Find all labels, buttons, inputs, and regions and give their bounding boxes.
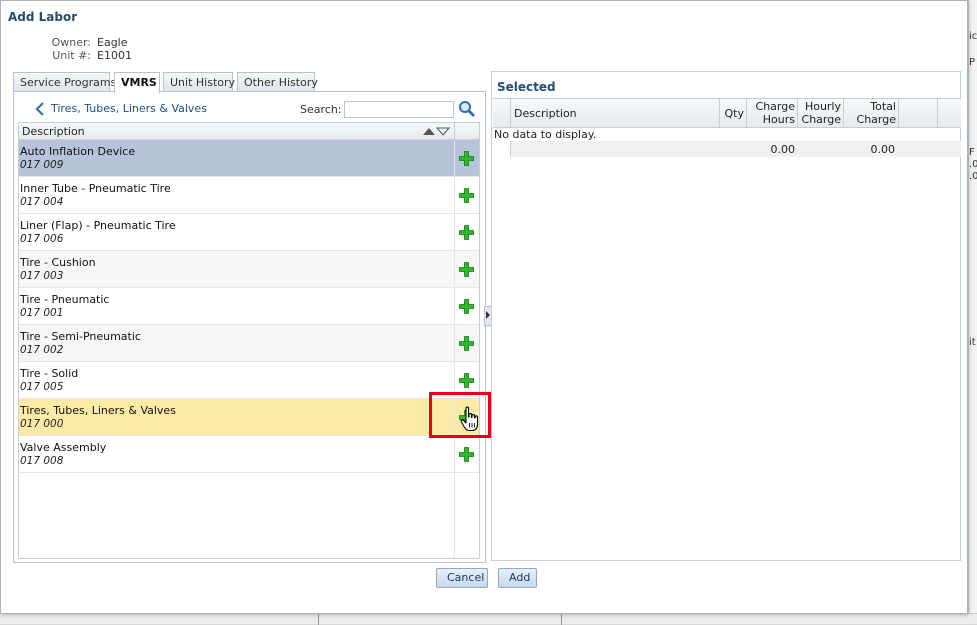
item-code: 017 008 bbox=[20, 455, 64, 467]
tab-other-history[interactable]: Other History bbox=[237, 72, 318, 92]
item-code: 017 000 bbox=[20, 418, 64, 430]
expand-arrow-icon[interactable] bbox=[486, 311, 490, 319]
add-icon[interactable] bbox=[459, 336, 474, 351]
list-item[interactable]: Liner (Flap) - Pneumatic Tire 017 006 bbox=[19, 214, 479, 251]
item-name: Tires, Tubes, Liners & Valves bbox=[20, 404, 176, 417]
background-fragment: .0 bbox=[969, 171, 977, 182]
search-input[interactable] bbox=[344, 101, 454, 118]
background-fragment: .0 bbox=[969, 159, 977, 170]
selected-panel: Selected Description Qty Charge Hours Ho… bbox=[491, 71, 961, 561]
add-labor-dialog: Add Labor Owner: Eagle Unit #: E1001 Servi… bbox=[0, 0, 968, 614]
background-fragment: it bbox=[969, 337, 976, 348]
tab-vmrs[interactable]: VMRS bbox=[114, 72, 160, 93]
item-name: Auto Inflation Device bbox=[20, 145, 136, 158]
item-name: Tire - Semi-Pneumatic bbox=[20, 330, 141, 343]
tab-unit-history[interactable]: Unit History bbox=[163, 72, 235, 92]
owner-row: Owner: Eagle bbox=[1, 36, 128, 49]
total-charge-hours: 0.00 bbox=[770, 143, 796, 156]
background-fragment: F bbox=[969, 147, 975, 158]
empty-message: No data to display. bbox=[494, 128, 597, 141]
list-item[interactable]: Tire - Cushion 017 003 bbox=[19, 251, 479, 288]
add-icon[interactable] bbox=[459, 262, 474, 277]
item-name: Tire - Solid bbox=[20, 367, 79, 380]
list-item[interactable]: Valve Assembly 017 008 bbox=[19, 436, 479, 473]
chevron-left-icon[interactable] bbox=[35, 102, 45, 116]
background-strip bbox=[968, 0, 977, 624]
vmrs-panel: Tires, Tubes, Liners & Valves Search: De… bbox=[13, 91, 486, 563]
add-icon[interactable] bbox=[459, 225, 474, 240]
add-icon[interactable] bbox=[459, 447, 474, 462]
column-header-description[interactable]: Description bbox=[22, 125, 85, 138]
list-item[interactable]: Tire - Pneumatic 017 001 bbox=[19, 288, 479, 325]
sort-icon[interactable] bbox=[422, 126, 450, 136]
unit-label: Unit #: bbox=[52, 49, 91, 62]
tab-service-programs[interactable]: Service Programs bbox=[13, 72, 116, 92]
vmrs-grid: Description Auto Inflation Device 017 00… bbox=[18, 122, 480, 559]
column-header-hourly-charge[interactable]: Hourly Charge bbox=[797, 99, 844, 127]
item-code: 017 005 bbox=[20, 381, 64, 393]
breadcrumb[interactable]: Tires, Tubes, Liners & Valves bbox=[51, 102, 207, 115]
search-label: Search: bbox=[300, 103, 342, 116]
owner-label: Owner: bbox=[51, 36, 91, 49]
dialog-title: Add Labor bbox=[8, 10, 78, 24]
item-code: 017 006 bbox=[20, 233, 64, 245]
item-name: Inner Tube - Pneumatic Tire bbox=[20, 182, 171, 195]
column-header-qty[interactable]: Qty bbox=[719, 99, 747, 127]
item-code: 017 004 bbox=[20, 196, 64, 208]
list-item[interactable]: Tire - Solid 017 005 bbox=[19, 362, 479, 399]
unit-value: E1001 bbox=[97, 49, 132, 62]
selected-grid-header: Description Qty Charge Hours Hourly Char… bbox=[493, 98, 961, 128]
search-icon[interactable] bbox=[458, 100, 476, 118]
list-item[interactable]: Auto Inflation Device 017 009 bbox=[19, 140, 479, 177]
selected-title: Selected bbox=[497, 80, 556, 94]
item-code: 017 001 bbox=[20, 307, 64, 319]
total-charge: 0.00 bbox=[870, 143, 896, 156]
grid-header: Description bbox=[19, 123, 479, 140]
add-button[interactable]: Add bbox=[498, 568, 537, 588]
selected-grid: Description Qty Charge Hours Hourly Char… bbox=[493, 98, 961, 558]
item-name: Liner (Flap) - Pneumatic Tire bbox=[20, 219, 176, 232]
item-name: Tire - Pneumatic bbox=[20, 293, 110, 306]
add-icon[interactable] bbox=[459, 188, 474, 203]
background-fragment: ic bbox=[969, 31, 977, 42]
column-header-total-charge[interactable]: Total Charge bbox=[843, 99, 899, 127]
column-header-charge-hours[interactable]: Charge Hours bbox=[746, 99, 798, 127]
owner-value: Eagle bbox=[97, 36, 128, 49]
hand-cursor-icon bbox=[460, 406, 479, 432]
column-header-description[interactable]: Description bbox=[510, 99, 720, 127]
list-item[interactable]: Tires, Tubes, Liners & Valves 017 000 bbox=[19, 399, 479, 436]
list-item[interactable]: Tire - Semi-Pneumatic 017 002 bbox=[19, 325, 479, 362]
add-icon[interactable] bbox=[459, 373, 474, 388]
add-icon[interactable] bbox=[459, 151, 474, 166]
background-footer bbox=[0, 613, 977, 625]
item-name: Valve Assembly bbox=[20, 441, 107, 454]
item-code: 017 009 bbox=[20, 159, 64, 171]
add-icon[interactable] bbox=[459, 299, 474, 314]
item-name: Tire - Cushion bbox=[20, 256, 96, 269]
list-item[interactable]: Inner Tube - Pneumatic Tire 017 004 bbox=[19, 177, 479, 214]
unit-row: Unit #: E1001 bbox=[1, 49, 132, 62]
background-fragment: P bbox=[969, 57, 976, 68]
item-code: 017 002 bbox=[20, 344, 64, 356]
item-code: 017 003 bbox=[20, 270, 64, 282]
cancel-button[interactable]: Cancel bbox=[436, 568, 488, 588]
